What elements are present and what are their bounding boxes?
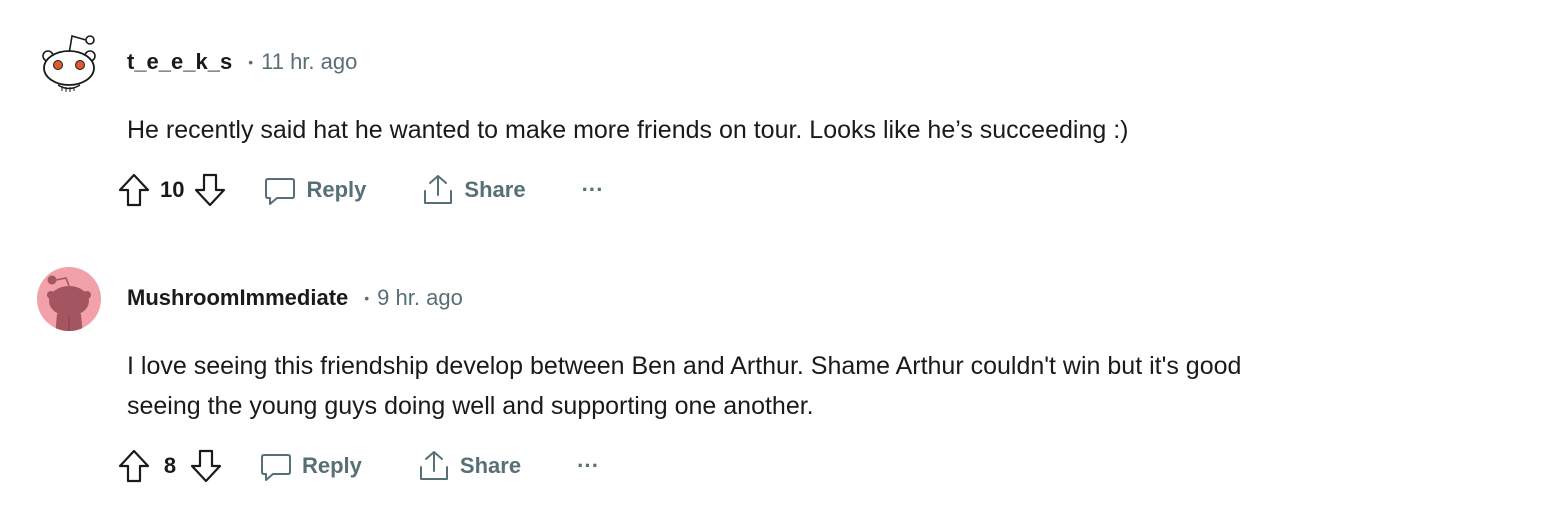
downvote-button[interactable] (190, 170, 230, 210)
downvote-arrow-icon (195, 173, 226, 207)
speech-bubble-icon (261, 454, 291, 481)
comment-body: I love seeing this friendship develop be… (127, 346, 1507, 426)
share-upload-icon (424, 175, 453, 204)
meta-separator: • (248, 54, 254, 70)
comment-meta: t_e_e_k_s • 11 hr. ago (127, 47, 357, 77)
reply-button[interactable]: Reply (252, 168, 378, 212)
share-label: Share (464, 177, 526, 202)
share-upload-icon (419, 451, 448, 480)
share-button[interactable]: Share (410, 168, 537, 212)
comment-text-line: seeing the young guys doing well and sup… (127, 392, 814, 420)
upvote-button[interactable] (114, 446, 154, 486)
reply-button[interactable]: Reply (248, 444, 374, 488)
more-options-button[interactable]: ··· (565, 444, 611, 488)
vote-score: 10 (160, 177, 185, 202)
share-button[interactable]: Share (406, 444, 533, 488)
comment-body: He recently said hat he wanted to make m… (127, 110, 1507, 150)
ellipsis-icon: ··· (581, 177, 604, 202)
timestamp[interactable]: 9 hr. ago (377, 285, 463, 311)
downvote-arrow-icon (190, 449, 222, 483)
comment-text-line: I love seeing this friendship develop be… (127, 352, 1242, 380)
upvote-button[interactable] (114, 170, 154, 210)
comment-actions: 8 Reply Share ··· (114, 443, 611, 489)
timestamp[interactable]: 11 hr. ago (261, 49, 357, 75)
meta-separator: • (364, 290, 370, 306)
username-link[interactable]: MushroomImmediate (127, 285, 348, 311)
snoo-avatar-icon[interactable] (36, 266, 102, 332)
reply-label: Reply (306, 177, 367, 202)
username-link[interactable]: t_e_e_k_s (127, 49, 232, 75)
reply-label: Reply (302, 453, 362, 478)
comment-actions: 10 Reply Share ··· (114, 167, 616, 213)
upvote-arrow-icon (118, 173, 150, 207)
upvote-arrow-icon (118, 449, 150, 483)
snoo-avatar-icon[interactable] (36, 28, 102, 94)
more-options-button[interactable]: ··· (570, 168, 616, 212)
comment-meta: MushroomImmediate • 9 hr. ago (127, 283, 463, 313)
comment-text-line: He recently said hat he wanted to make m… (127, 116, 1129, 144)
vote-score: 8 (163, 453, 177, 478)
speech-bubble-icon (265, 178, 296, 205)
share-label: Share (459, 453, 522, 478)
downvote-button[interactable] (186, 446, 226, 486)
ellipsis-icon: ··· (577, 453, 600, 478)
